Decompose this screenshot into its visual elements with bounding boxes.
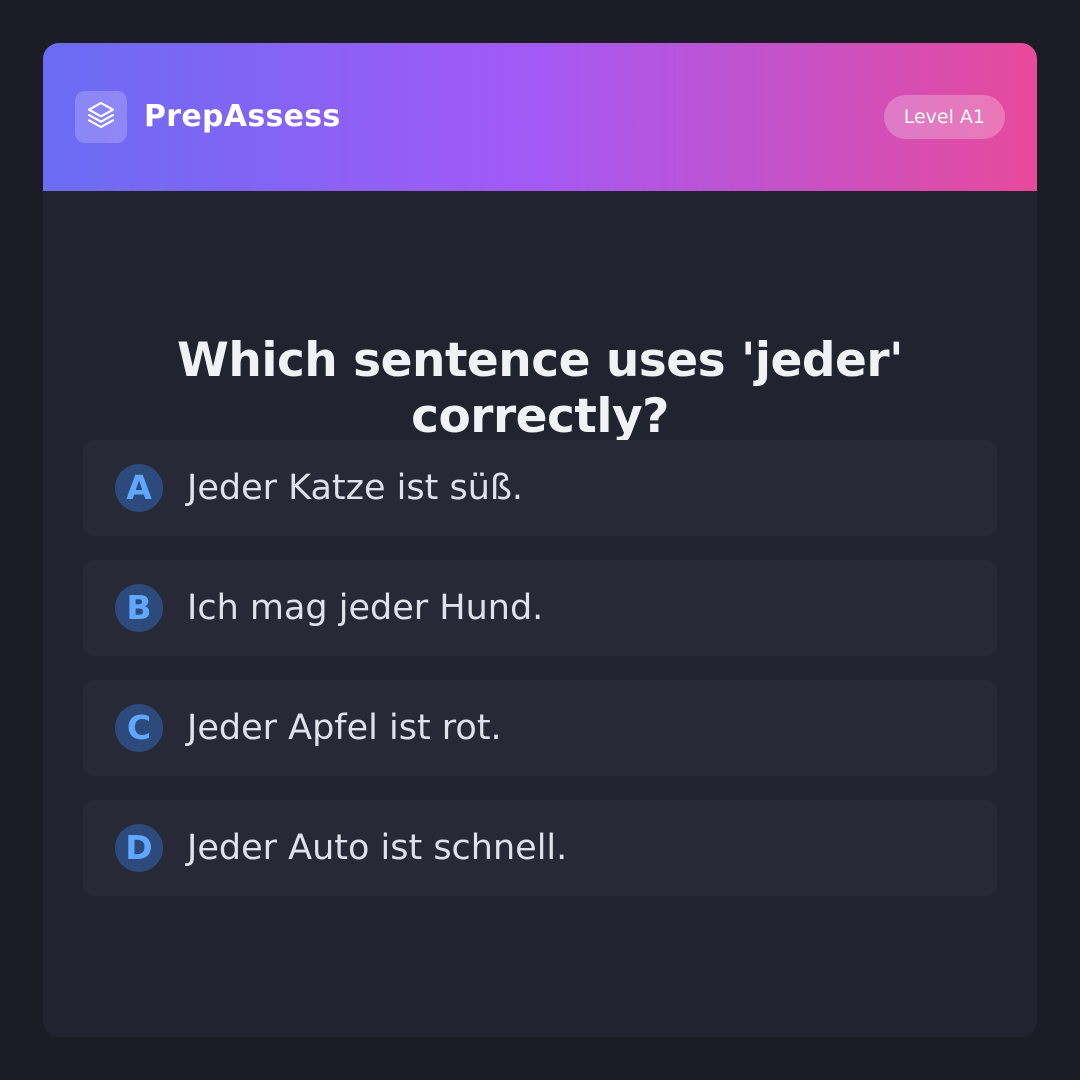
option-b[interactable]: B Ich mag jeder Hund. — [83, 560, 997, 656]
question-text: Which sentence uses 'jeder' correctly? — [177, 333, 903, 444]
option-a[interactable]: A Jeder Katze ist süß. — [83, 440, 997, 536]
header-bar: PrepAssess Level A1 — [43, 43, 1037, 191]
option-label: Jeder Apfel ist rot. — [187, 708, 502, 748]
option-letter-badge: D — [115, 824, 163, 872]
option-c[interactable]: C Jeder Apfel ist rot. — [83, 680, 997, 776]
option-letter-badge: A — [115, 464, 163, 512]
brand-name: PrepAssess — [144, 99, 341, 134]
option-letter-badge: B — [115, 584, 163, 632]
option-d[interactable]: D Jeder Auto ist schnell. — [83, 800, 997, 896]
level-badge: Level A1 — [883, 95, 1005, 139]
option-letter-badge: C — [115, 704, 163, 752]
option-label: Ich mag jeder Hund. — [187, 588, 544, 628]
logo — [75, 91, 127, 143]
quiz-card: PrepAssess Level A1 Which sentence uses … — [43, 43, 1037, 1037]
option-label: Jeder Auto ist schnell. — [187, 828, 568, 868]
option-label: Jeder Katze ist süß. — [187, 468, 524, 508]
layers-icon — [85, 99, 117, 136]
